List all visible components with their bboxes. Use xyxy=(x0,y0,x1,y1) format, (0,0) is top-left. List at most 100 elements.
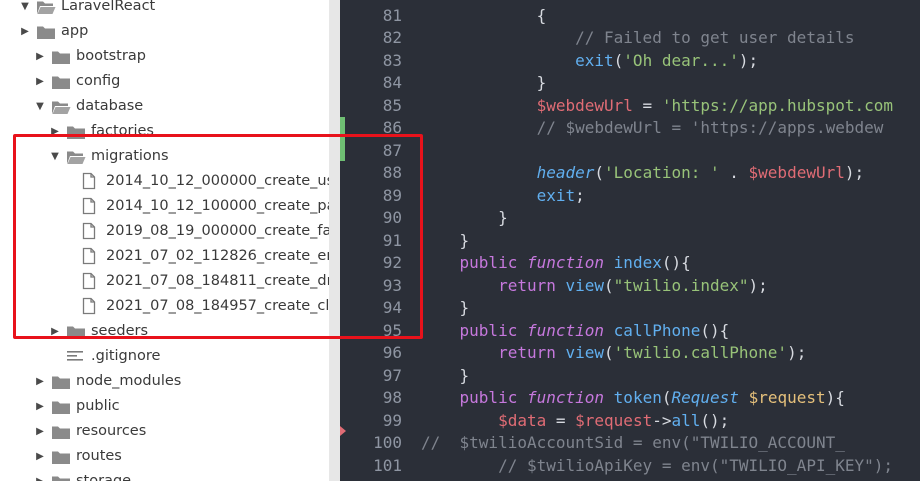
collapsed-arrow-icon[interactable]: ▶ xyxy=(49,319,61,344)
code-token: callPhone xyxy=(613,320,701,340)
code-line[interactable]: { xyxy=(421,5,547,28)
collapsed-arrow-icon[interactable]: ▶ xyxy=(34,444,46,469)
line-number: 97 xyxy=(382,365,402,385)
tree-item[interactable]: ▶ storage xyxy=(0,469,329,481)
code-editor[interactable]: 81 82 83 84 85 86 87 88 89 90 91 92 93 94 95 96 97 98 99 10… xyxy=(340,0,920,481)
code-line[interactable]: header('Location: ' . $webdewUrl); xyxy=(421,162,865,185)
code-line[interactable]: } xyxy=(421,207,508,230)
line-number: 93 xyxy=(382,275,402,295)
code-token: } xyxy=(421,230,470,250)
expanded-arrow-icon[interactable]: ▼ xyxy=(49,144,61,169)
tree-item-label: .gitignore xyxy=(91,348,161,364)
tree-item-label: 2021_07_08_184957_create_click xyxy=(106,298,329,314)
code-line[interactable]: $data = $request->all(); xyxy=(421,410,729,433)
line-number: 91 xyxy=(382,230,402,250)
code-line[interactable]: $webdewUrl = 'https://app.hubspot.com xyxy=(421,95,893,118)
collapsed-arrow-icon[interactable]: ▶ xyxy=(34,44,46,69)
collapsed-arrow-icon[interactable]: ▶ xyxy=(34,394,46,419)
code-token: function xyxy=(526,320,605,340)
tree-item[interactable]: 2014_10_12_000000_create_users xyxy=(0,169,329,194)
code-token: $webdewUrl xyxy=(536,95,633,115)
line-number: 87 xyxy=(382,140,402,160)
tree-item[interactable]: 2021_07_02_112826_create_emp xyxy=(0,244,329,269)
tree-item[interactable]: .gitignore xyxy=(0,344,329,369)
tree-item[interactable]: 2021_07_08_184811_create_drtin xyxy=(0,269,329,294)
code-token: index xyxy=(613,253,662,272)
code-line[interactable]: public function token(Request $request){ xyxy=(421,387,845,410)
expanded-arrow-icon[interactable]: ▼ xyxy=(19,0,31,19)
code-token: } xyxy=(421,298,470,317)
code-line[interactable]: public function index(){ xyxy=(421,252,691,275)
tree-item-label: node_modules xyxy=(76,373,182,389)
code-line[interactable]: public function callPhone(){ xyxy=(421,320,730,343)
tree-item-label: 2014_10_12_100000_create_pass xyxy=(106,198,329,214)
line-number: 88 xyxy=(382,163,402,182)
tree-item-root[interactable]: ▼ LaravelReact xyxy=(0,0,329,19)
file-tree-sidebar: ▼ LaravelReact ▶ app ▶ bootstrap ▶ config ▼ datab… xyxy=(0,0,329,481)
folder-icon xyxy=(51,369,71,394)
code-line[interactable]: // $twilioAccountSid = env("TWILIO_ACCOU… xyxy=(421,432,845,455)
code-token: ){ xyxy=(825,388,845,407)
tree-item[interactable]: ▶ public xyxy=(0,394,329,419)
code-token: // $twilioAccountSid = env("TWILIO_ACCOU… xyxy=(421,433,845,452)
code-token: all xyxy=(671,410,701,430)
tree-item[interactable]: ▶ app xyxy=(0,19,329,44)
line-number: 101 xyxy=(373,455,402,475)
tree-item[interactable]: ▶ seeders xyxy=(0,319,329,344)
code-token: // Failed to get user details xyxy=(421,28,855,47)
collapsed-arrow-icon[interactable]: ▶ xyxy=(19,19,31,44)
code-line[interactable]: // $twilioApiKey = env("TWILIO_API_KEY")… xyxy=(421,455,893,478)
code-line[interactable]: exit; xyxy=(421,185,585,208)
collapsed-arrow-icon[interactable]: ▶ xyxy=(49,119,61,144)
tree-item[interactable]: ▶ bootstrap xyxy=(0,44,329,69)
folder-open-icon xyxy=(66,144,86,169)
tree-item[interactable]: ▶ config xyxy=(0,69,329,94)
tree-item-label: seeders xyxy=(91,323,149,339)
code-line[interactable]: return view('twilio.callPhone'); xyxy=(421,342,806,365)
code-line[interactable]: } xyxy=(421,297,470,320)
line-number: 90 xyxy=(382,208,402,227)
tree-item-label: config xyxy=(76,73,121,89)
error-marker-icon xyxy=(340,426,346,436)
code-token: } xyxy=(421,365,470,385)
collapsed-arrow-icon[interactable]: ▶ xyxy=(34,69,46,94)
code-line[interactable]: return view("twilio.index"); xyxy=(421,275,768,298)
code-line[interactable]: // $webdewUrl = 'https://apps.webdew xyxy=(421,117,884,140)
code-token: $webdewUrl xyxy=(748,163,845,182)
tree-item[interactable]: 2021_07_08_184957_create_click xyxy=(0,294,329,319)
collapsed-arrow-icon[interactable]: ▶ xyxy=(34,469,46,481)
tree-item[interactable]: ▶ factories xyxy=(0,119,329,144)
tree-item-label: LaravelReact xyxy=(61,0,156,14)
tree-item[interactable]: 2014_10_12_100000_create_pass xyxy=(0,194,329,219)
folder-icon xyxy=(51,469,71,481)
code-token: return xyxy=(498,343,556,362)
tree-item[interactable]: ▼ database xyxy=(0,94,329,119)
tree-item[interactable]: ▶ resources xyxy=(0,419,329,444)
tree-item[interactable]: ▼ migrations xyxy=(0,144,329,169)
file-icon xyxy=(81,169,101,194)
code-line[interactable]: } xyxy=(421,365,470,388)
expanded-arrow-icon[interactable]: ▼ xyxy=(34,94,46,119)
code-line[interactable]: // Failed to get user details xyxy=(421,27,854,50)
code-token: $request xyxy=(575,410,653,430)
code-token: } xyxy=(421,208,508,227)
line-number: 81 xyxy=(382,5,402,25)
collapsed-arrow-icon[interactable]: ▶ xyxy=(34,369,46,394)
sidebar-scrollbar[interactable] xyxy=(329,0,340,481)
tree-item[interactable]: ▶ routes xyxy=(0,444,329,469)
collapsed-arrow-icon[interactable]: ▶ xyxy=(34,419,46,444)
code-line[interactable]: } xyxy=(421,230,470,253)
tree-item[interactable]: ▶ node_modules xyxy=(0,369,329,394)
code-line[interactable]: } xyxy=(421,72,547,95)
code-line[interactable]: exit('Oh dear...'); xyxy=(421,50,758,73)
tree-item[interactable]: 2019_08_19_000000_create_failed xyxy=(0,219,329,244)
